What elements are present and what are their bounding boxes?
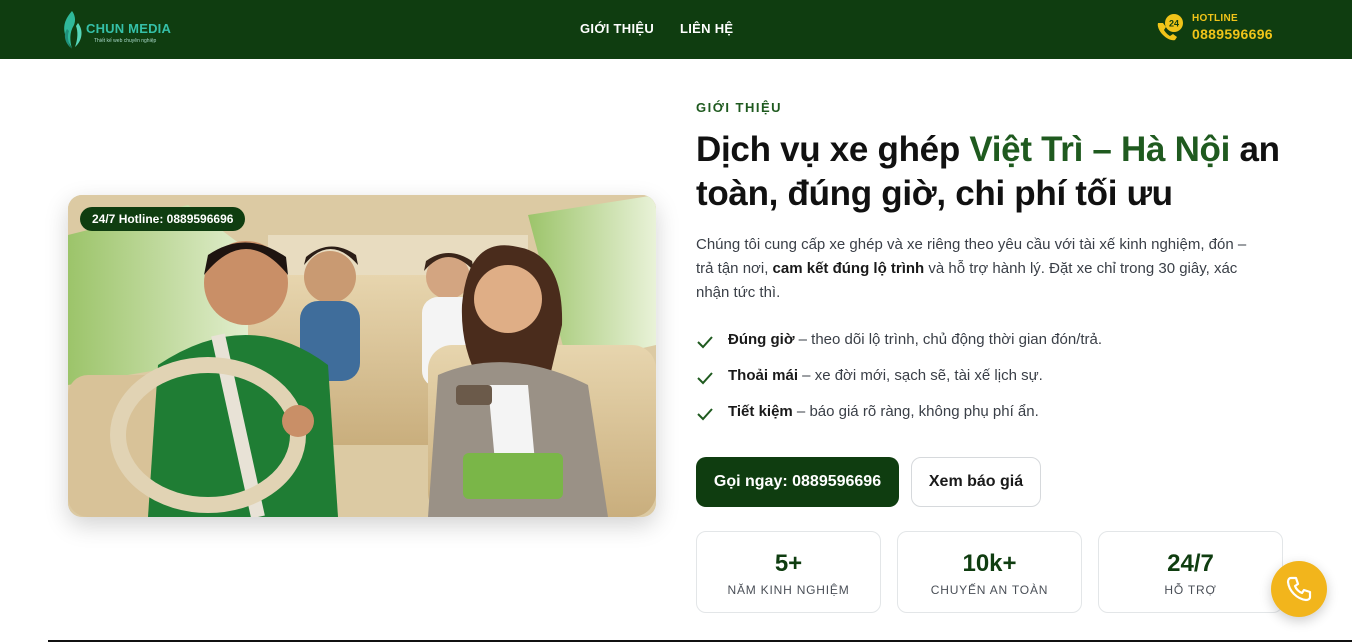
description-bold: cam kết đúng lộ trình [772,260,925,277]
hotline-label: HOTLINE [1192,13,1238,24]
brand-logo[interactable]: CHUN MEDIA Thiết kế web chuyên nghiệp [58,9,198,51]
title-part-1: Dịch vụ xe ghép [696,130,970,169]
feature-title: Tiết kiệm [728,403,793,420]
stat-value: 10k+ [962,550,1017,577]
site-header: CHUN MEDIA Thiết kế web chuyên nghiệp GI… [0,0,1352,59]
check-icon [697,372,713,385]
stat-card-trips: 10k+ CHUYẾN AN TOÀN [897,531,1082,613]
car-passengers-illustration [68,195,656,517]
stat-card-experience: 5+ NĂM KINH NGHIỆM [696,531,881,613]
header-hotline[interactable]: 24 HOTLINE 0889596696 [1153,12,1293,48]
hotline-badge-text: 24 [1169,19,1179,29]
phone-icon [1286,576,1312,602]
hotline-number[interactable]: 0889596696 [1192,26,1273,42]
stat-value: 5+ [774,550,803,577]
feature-list: Đúng giờ – theo dõi lộ trình, chủ động t… [696,330,1256,438]
check-icon [697,336,713,349]
call-now-button[interactable]: Gọi ngay: 0889596696 [696,457,899,507]
nav-link-gioi-thieu[interactable]: GIỚI THIỆU [580,21,654,36]
feature-title: Đúng giờ [728,331,795,348]
stat-value: 24/7 [1167,550,1214,577]
nav-link-lien-he[interactable]: LIÊN HỆ [680,21,733,36]
logo-flame-icon [64,11,82,49]
feature-text: – báo giá rõ ràng, không phụ phí ẩn. [792,403,1039,420]
stat-label: NĂM KINH NGHIỆM [727,583,850,597]
feature-item: Tiết kiệm – báo giá rõ ràng, không phụ p… [696,402,1256,438]
feature-text: – xe đời mới, sạch sẽ, tài xế lịch sự. [798,367,1043,384]
brand-tagline: Thiết kế web chuyên nghiệp [94,38,157,44]
hero-description: Chúng tôi cung cấp xe ghép và xe riêng t… [696,233,1261,305]
feature-item: Thoải mái – xe đời mới, sạch sẽ, tài xế … [696,366,1256,402]
hero-photo: 24/7 Hotline: 0889596696 [68,195,656,517]
phone-24-icon: 24 [1157,14,1183,41]
title-accent: Việt Trì – Hà Nội [969,130,1231,169]
stat-label: CHUYẾN AN TOÀN [930,583,1049,597]
hero-title: Dịch vụ xe ghép Việt Trì – Hà Nội an toà… [696,128,1296,216]
image-hotline-badge: 24/7 Hotline: 0889596696 [80,207,246,231]
stat-label: HỖ TRỢ [1164,583,1217,597]
feature-text: – theo dõi lộ trình, chủ động thời gian … [794,331,1103,348]
view-pricing-button[interactable]: Xem báo giá [911,457,1041,507]
floating-call-button[interactable] [1271,561,1327,617]
brand-name: CHUN MEDIA [86,21,172,36]
feature-title: Thoải mái [728,367,799,384]
stat-card-support: 24/7 HỖ TRỢ [1098,531,1283,613]
feature-item: Đúng giờ – theo dõi lộ trình, chủ động t… [696,330,1256,366]
section-eyebrow: GIỚI THIỆU [696,100,783,115]
check-icon [697,408,713,421]
